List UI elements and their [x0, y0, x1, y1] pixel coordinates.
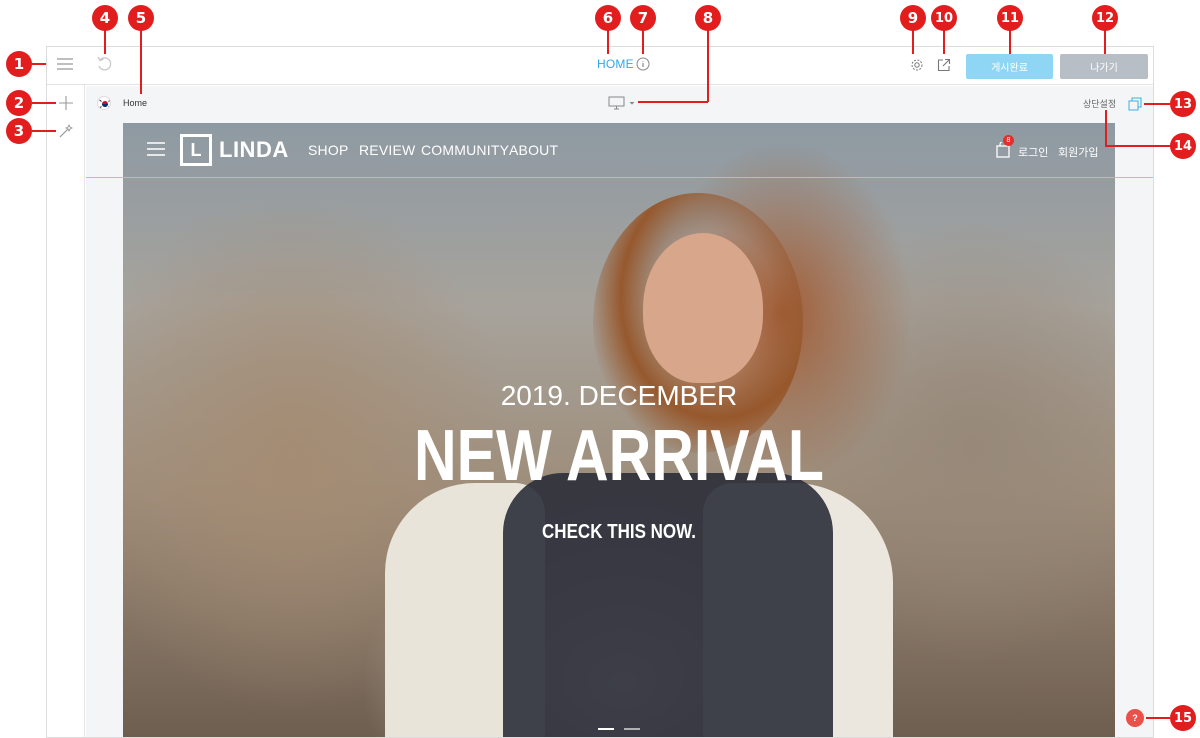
site-logo-mark[interactable]: L [180, 134, 212, 166]
slide-dot[interactable] [624, 728, 640, 730]
hero-date: 2019. DECEMBER [500, 380, 738, 411]
magic-wand-icon[interactable] [57, 122, 75, 140]
callout-badge: 9 [900, 5, 926, 31]
callout-line [607, 30, 609, 54]
callout-line [140, 30, 142, 94]
slide-indicator [598, 728, 640, 730]
add-icon[interactable] [57, 94, 75, 112]
callout-badge: 14 [1170, 133, 1196, 159]
hero-cta-link[interactable]: CHECK THIS NOW. [197, 521, 1040, 544]
desktop-view-icon[interactable] [607, 95, 637, 111]
hero-photo-face [643, 233, 763, 383]
callout-line [32, 102, 56, 104]
editor-screen: HOME 게시완료 나가기 Home 상단설정 L LINDA SHOP REV… [0, 0, 1200, 738]
callout-line [707, 30, 709, 102]
page-name-label[interactable]: Home [123, 98, 147, 108]
callout-badge: 7 [630, 5, 656, 31]
menu-icon[interactable] [56, 57, 74, 71]
callout-line [943, 30, 945, 54]
callout-line [642, 30, 644, 54]
help-button[interactable]: ? [1126, 709, 1144, 727]
hero-title: NEW ARRIVAL [414, 416, 824, 496]
slide-dot[interactable] [598, 728, 614, 730]
undo-icon[interactable] [95, 56, 113, 72]
site-login-link[interactable]: 로그인 [1018, 144, 1048, 160]
site-nav-community[interactable]: COMMUNITY [421, 142, 509, 158]
callout-badge: 2 [6, 90, 32, 116]
external-link-icon[interactable] [936, 57, 952, 73]
callout-line [32, 63, 46, 65]
site-nav-about[interactable]: ABOUT [509, 142, 558, 158]
callout-badge: 11 [997, 5, 1023, 31]
site-menu-icon[interactable] [147, 142, 165, 161]
language-flag-icon[interactable] [97, 96, 111, 110]
cart-count-badge: 8 [1003, 135, 1014, 146]
editor-left-toolbar [47, 85, 85, 737]
site-logo-text[interactable]: LINDA [219, 137, 289, 163]
info-icon[interactable] [635, 56, 651, 72]
callout-line [638, 101, 708, 103]
callout-badge: 12 [1092, 5, 1118, 31]
site-join-link[interactable]: 회원가입 [1058, 144, 1098, 160]
callout-badge: 6 [595, 5, 621, 31]
callout-badge: 5 [128, 5, 154, 31]
callout-line [1105, 145, 1171, 147]
callout-badge: 3 [6, 118, 32, 144]
publish-button[interactable]: 게시완료 [966, 54, 1053, 79]
callout-badge: 13 [1170, 91, 1196, 117]
page-title[interactable]: HOME [597, 57, 634, 71]
header-guide-line [86, 177, 1153, 178]
callout-badge: 8 [695, 5, 721, 31]
callout-badge: 4 [92, 5, 118, 31]
callout-line [1144, 103, 1170, 105]
callout-badge: 15 [1170, 705, 1196, 731]
callout-line [1104, 30, 1106, 54]
site-preview[interactable]: L LINDA SHOP REVIEW COMMUNITY ABOUT 8 로그… [123, 123, 1115, 737]
callout-line [104, 30, 106, 54]
hero-photo-sweater [503, 473, 833, 737]
gear-icon[interactable] [909, 57, 925, 73]
site-nav-review[interactable]: REVIEW [359, 142, 415, 158]
copy-icon[interactable] [1127, 96, 1143, 112]
callout-line [1105, 110, 1107, 146]
callout-badge: 10 [931, 5, 957, 31]
exit-button[interactable]: 나가기 [1060, 54, 1148, 79]
site-nav-shop[interactable]: SHOP [308, 142, 348, 158]
callout-badge: 1 [6, 51, 32, 77]
header-settings-link[interactable]: 상단설정 [1083, 97, 1116, 110]
callout-line [1009, 30, 1011, 54]
callout-line [32, 130, 56, 132]
callout-line [912, 30, 914, 54]
callout-line [1146, 717, 1170, 719]
